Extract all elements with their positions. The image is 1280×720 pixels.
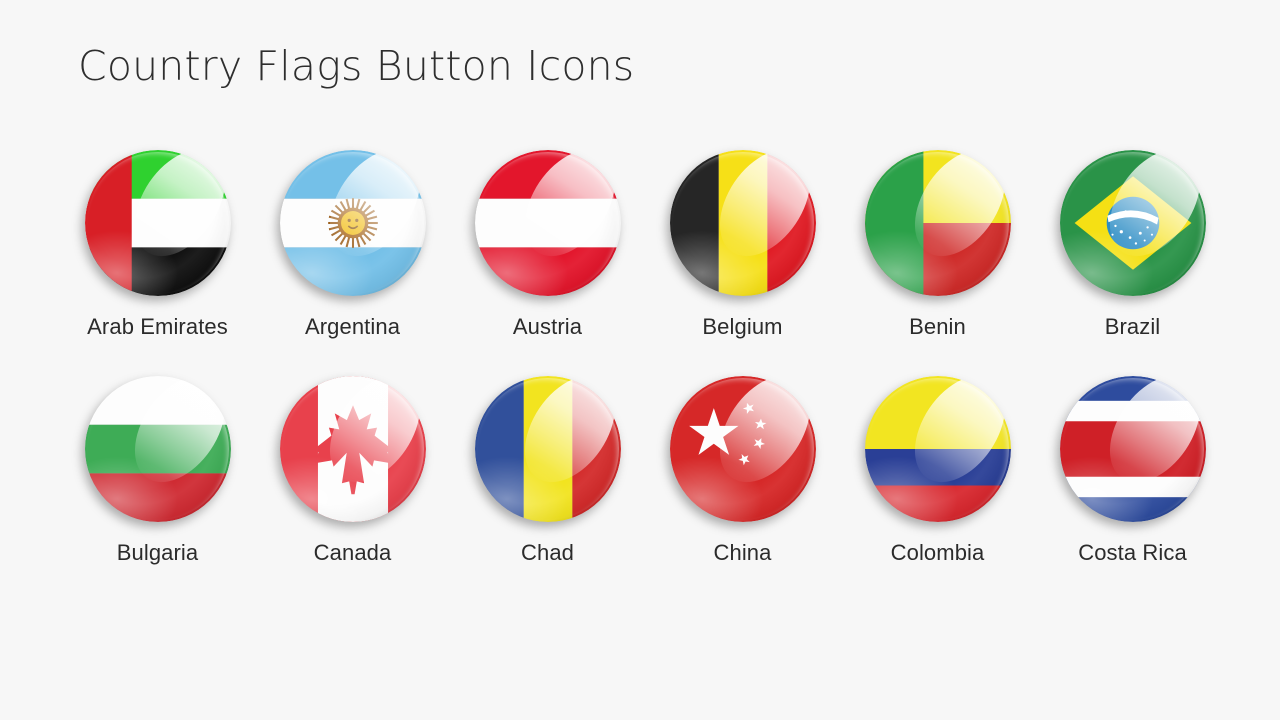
flag-cell-belgium[interactable]: Belgium	[645, 150, 840, 340]
flag-label: Belgium	[702, 314, 783, 339]
flag-cell-chad[interactable]: Chad	[450, 376, 645, 566]
flag-cell-china[interactable]: China	[645, 376, 840, 566]
flag-cell-argentina[interactable]: Argentina	[255, 150, 450, 340]
flag-label: Benin	[909, 314, 966, 339]
flag-canada-icon[interactable]	[279, 376, 426, 522]
flag-china-icon[interactable]	[669, 376, 816, 522]
flag-artwork	[279, 150, 426, 296]
flag-label: Bulgaria	[116, 540, 199, 565]
flag-brazil-icon[interactable]	[1059, 150, 1206, 296]
flag-icon-grid: Arab Emirates Argentina Austria Belgium …	[60, 150, 1230, 566]
page-title: Country Flags Button Icons	[78, 42, 635, 90]
flag-label: Chad	[521, 540, 574, 565]
flag-benin-icon[interactable]	[864, 150, 1011, 296]
flag-label: Arab Emirates	[87, 314, 228, 339]
flag-artwork	[84, 376, 231, 522]
flag-cell-brazil[interactable]: Brazil	[1035, 150, 1230, 340]
flag-label: Costa Rica	[1078, 540, 1187, 565]
flag-bulgaria-icon[interactable]	[84, 376, 231, 522]
flag-chad-icon[interactable]	[474, 376, 621, 522]
flag-belgium-icon[interactable]	[669, 150, 816, 296]
flag-cell-arab-emirates[interactable]: Arab Emirates	[60, 150, 255, 340]
flag-colombia-icon[interactable]	[864, 376, 1011, 522]
flag-artwork	[669, 150, 816, 296]
flag-artwork	[669, 376, 816, 522]
flag-artwork	[864, 150, 1011, 296]
flag-artwork	[864, 376, 1011, 522]
flag-artwork	[279, 376, 426, 522]
flag-artwork	[1059, 376, 1206, 522]
flag-label: Canada	[313, 540, 392, 565]
flag-cell-colombia[interactable]: Colombia	[840, 376, 1035, 566]
flag-arab-emirates-icon[interactable]	[84, 150, 231, 296]
flag-cell-benin[interactable]: Benin	[840, 150, 1035, 340]
flag-label: Argentina	[304, 314, 401, 339]
flag-artwork	[84, 150, 231, 296]
flag-label: Austria	[512, 314, 583, 339]
flag-cell-canada[interactable]: Canada	[255, 376, 450, 566]
flag-label: Colombia	[890, 540, 985, 565]
flag-costa-rica-icon[interactable]	[1059, 376, 1206, 522]
flag-label: Brazil	[1104, 314, 1161, 339]
flag-label: China	[713, 540, 772, 565]
flag-artwork	[1059, 150, 1206, 296]
flag-cell-bulgaria[interactable]: Bulgaria	[60, 376, 255, 566]
flag-artwork	[474, 376, 621, 522]
flag-artwork	[474, 150, 621, 296]
flag-argentina-icon[interactable]	[279, 150, 426, 296]
flag-austria-icon[interactable]	[474, 150, 621, 296]
flag-cell-austria[interactable]: Austria	[450, 150, 645, 340]
flag-cell-costa-rica[interactable]: Costa Rica	[1035, 376, 1230, 566]
